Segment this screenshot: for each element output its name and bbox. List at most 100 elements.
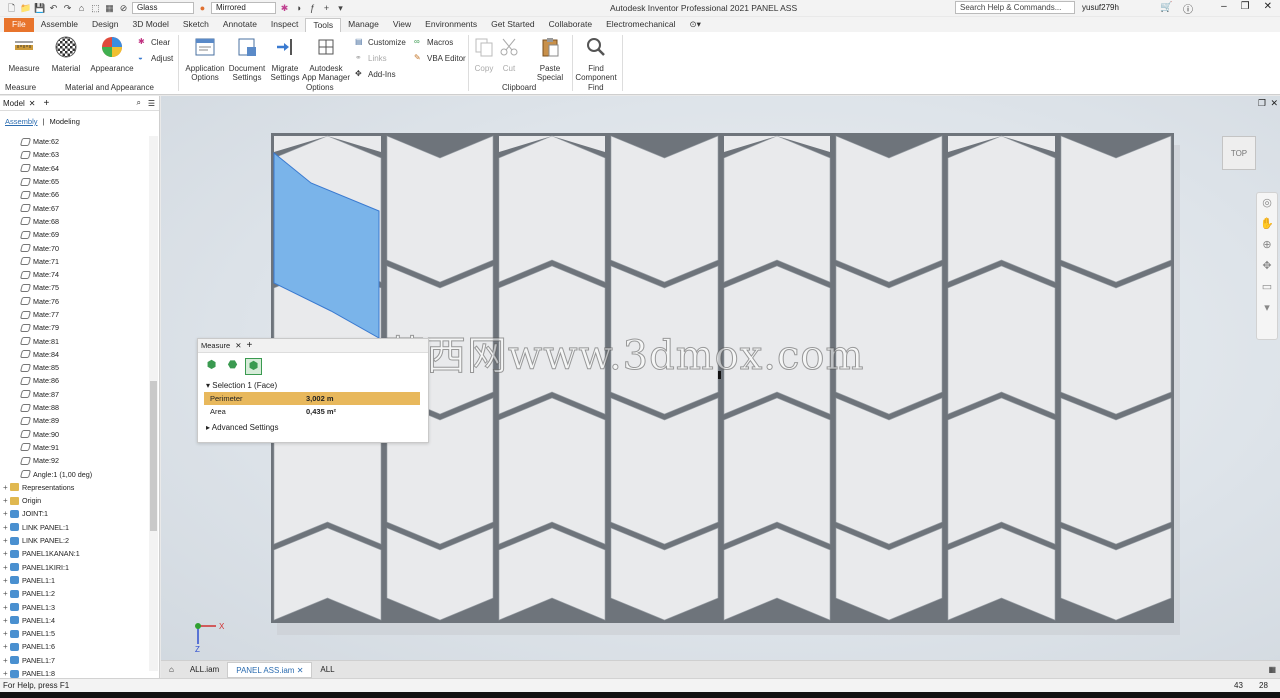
tree-item[interactable]: Mate:67 <box>0 201 148 214</box>
browser-scrollbar[interactable] <box>149 136 158 671</box>
appearance-button[interactable]: Appearance <box>90 36 134 73</box>
macros-button[interactable]: ∞ Macros <box>414 37 453 47</box>
clear-button[interactable]: ✱ Clear <box>138 37 170 47</box>
tab-assembly[interactable]: Assembly <box>5 117 38 126</box>
adjust-button[interactable]: ◒ Adjust <box>138 53 173 63</box>
area-row[interactable]: Area 0,435 m² <box>204 405 420 418</box>
adjust-icon[interactable]: ◑ <box>293 3 304 14</box>
doc-tab-panel-ass[interactable]: PANEL ASS.iam ✕ <box>227 661 313 678</box>
application-options-button[interactable]: Application Options <box>184 36 226 83</box>
select-components-icon[interactable]: ⬣ <box>224 358 241 375</box>
tree-item[interactable]: + Representations <box>0 481 148 494</box>
tab-tools[interactable]: Tools <box>305 18 342 32</box>
browser-menu-icon[interactable]: ☰ <box>148 99 155 108</box>
select-faces-icon[interactable]: ⬢ <box>203 358 220 375</box>
tree-item[interactable]: Mate:81 <box>0 334 148 347</box>
tree-item[interactable]: Mate:79 <box>0 321 148 334</box>
group-material-appearance[interactable]: Material and Appearance <box>65 83 154 92</box>
browser-title[interactable]: Model <box>3 99 25 108</box>
tree-item[interactable]: Angle:1 (1,00 deg) <box>0 467 148 480</box>
tab-manage[interactable]: Manage <box>341 18 386 32</box>
tab-view[interactable]: View <box>386 18 418 32</box>
cart-icon[interactable]: 🛒 <box>1160 2 1172 13</box>
tree-item[interactable]: Mate:88 <box>0 401 148 414</box>
copy-button[interactable]: Copy <box>472 36 496 73</box>
expand-icon[interactable]: + <box>3 563 10 572</box>
tab-file[interactable]: File <box>4 18 34 32</box>
expand-icon[interactable]: + <box>3 509 10 518</box>
group-options[interactable]: Options <box>306 83 334 92</box>
expand-icon[interactable]: + <box>3 576 10 585</box>
select-parts-icon[interactable]: ⬢ <box>245 358 262 375</box>
home-tab-icon[interactable]: ⌂ <box>161 662 182 678</box>
help-icon[interactable]: ⓘ <box>1183 1 1193 16</box>
orbit-icon[interactable]: ✥ <box>1257 256 1277 277</box>
expand-icon[interactable]: + <box>3 496 10 505</box>
measure-add-icon[interactable]: + <box>246 340 252 351</box>
tab-sketch[interactable]: Sketch <box>176 18 216 32</box>
appearance-dropdown[interactable]: Mirrored <box>211 2 276 14</box>
tree-item[interactable]: Mate:69 <box>0 228 148 241</box>
tree-item[interactable]: Mate:92 <box>0 454 148 467</box>
tree-item[interactable]: Mate:91 <box>0 441 148 454</box>
tree-item[interactable]: Mate:90 <box>0 428 148 441</box>
tab-get-started[interactable]: Get Started <box>484 18 541 32</box>
doc-tab-all-iam[interactable]: ALL.iam <box>182 662 227 678</box>
select-icon[interactable]: ⬚ <box>90 3 101 14</box>
perimeter-row[interactable]: Perimeter 3,002 m <box>204 392 420 405</box>
expand-icon[interactable]: + <box>3 549 10 558</box>
undo-icon[interactable]: ↶ <box>48 3 59 14</box>
tree-item[interactable]: + PANEL1:3 <box>0 600 148 613</box>
tree-item[interactable]: + PANEL1:2 <box>0 587 148 600</box>
user-account[interactable]: yusuf279h <box>1082 3 1119 12</box>
tree-item[interactable]: + PANEL1KANAN:1 <box>0 547 148 560</box>
browser-add-icon[interactable]: + <box>44 98 50 109</box>
tab-assemble[interactable]: Assemble <box>34 18 85 32</box>
tree-item[interactable]: Mate:65 <box>0 175 148 188</box>
expand-icon[interactable]: + <box>3 483 10 492</box>
links-button[interactable]: ⚭ Links <box>355 53 387 63</box>
tree-item[interactable]: Mate:86 <box>0 374 148 387</box>
expand-icon[interactable]: + <box>3 629 10 638</box>
selection-section[interactable]: ▾ Selection 1 (Face) <box>198 377 428 392</box>
tree-item[interactable]: Mate:63 <box>0 148 148 161</box>
doc-tabs-menu-icon[interactable]: ▦ <box>1268 665 1276 674</box>
expand-icon[interactable]: + <box>3 523 10 532</box>
close-icon[interactable]: ✕ <box>1264 1 1272 12</box>
zoom-icon[interactable]: ⊕ <box>1257 235 1277 256</box>
find-component-button[interactable]: Find Component <box>574 36 618 83</box>
tab-environments[interactable]: Environments <box>418 18 484 32</box>
measure-close-icon[interactable]: ✕ <box>235 341 241 350</box>
clear-appearance-icon[interactable]: ✱ <box>279 3 290 14</box>
tab-3d-model[interactable]: 3D Model <box>126 18 176 32</box>
doc-tab-close-icon[interactable]: ✕ <box>297 666 304 675</box>
expand-icon[interactable]: + <box>3 603 10 612</box>
measure-button[interactable]: Measure <box>6 36 42 73</box>
tree-item[interactable]: Mate:75 <box>0 281 148 294</box>
vba-editor-button[interactable]: ✎ VBA Editor <box>414 53 466 63</box>
material-dropdown[interactable]: Glass <box>132 2 194 14</box>
app-manager-button[interactable]: Autodesk App Manager <box>302 36 350 83</box>
tree-item[interactable]: + PANEL1KIRI:1 <box>0 561 148 574</box>
browser-search-icon[interactable]: ⌕ <box>137 98 141 108</box>
tab-modeling[interactable]: Modeling <box>49 117 79 126</box>
tree-item[interactable]: + PANEL1:6 <box>0 640 148 653</box>
tree-item[interactable]: Mate:74 <box>0 268 148 281</box>
tree-item[interactable]: + PANEL1:7 <box>0 654 148 667</box>
tree-item[interactable]: Mate:87 <box>0 388 148 401</box>
expand-icon[interactable]: + <box>3 536 10 545</box>
tree-item[interactable]: Mate:76 <box>0 295 148 308</box>
browser-close-icon[interactable]: ✕ <box>29 99 36 108</box>
tree-item[interactable]: Mate:77 <box>0 308 148 321</box>
view-cube[interactable]: TOP <box>1222 136 1256 170</box>
paste-special-button[interactable]: Paste Special <box>532 36 568 83</box>
expand-icon[interactable]: + <box>3 642 10 651</box>
look-at-icon[interactable]: ▭ <box>1257 277 1277 298</box>
add-ins-button[interactable]: ✥ Add-Ins <box>355 69 396 79</box>
material-ball-icon[interactable]: ⊘ <box>118 3 129 14</box>
tree-item[interactable]: + LINK PANEL:1 <box>0 521 148 534</box>
expand-icon[interactable]: + <box>3 589 10 598</box>
customize-button[interactable]: ▤ Customize <box>355 37 406 47</box>
tree-item[interactable]: Mate:85 <box>0 361 148 374</box>
restore-icon[interactable]: ❐ <box>1241 1 1250 12</box>
